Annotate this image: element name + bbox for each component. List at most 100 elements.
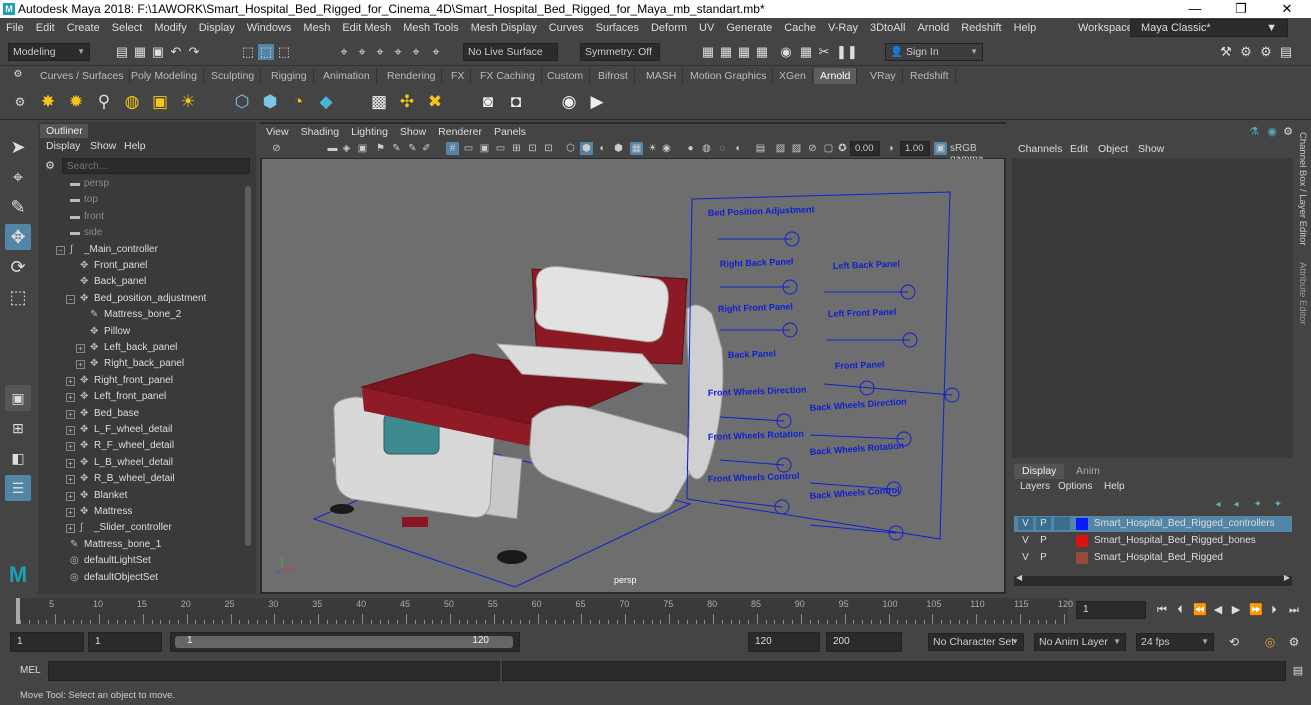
- tx-manager-icon[interactable]: ◙: [477, 91, 499, 113]
- physical-sky-icon[interactable]: ☀: [177, 91, 199, 113]
- snap-view-icon[interactable]: ⌖: [390, 44, 406, 60]
- screen-space-ao-icon[interactable]: ●: [684, 142, 697, 155]
- shelf-tab-poly-modeling[interactable]: Poly Modeling: [125, 68, 204, 84]
- grid-icon[interactable]: #: [446, 142, 459, 155]
- photometric-light-icon[interactable]: ⚲: [93, 91, 115, 113]
- scrollbar-thumb[interactable]: [245, 186, 251, 546]
- outliner-layout-icon[interactable]: ☰: [5, 475, 31, 501]
- side-tab-attribute-editor[interactable]: Attribute Editor: [1297, 262, 1308, 325]
- viewport-menu-view[interactable]: View: [260, 126, 295, 138]
- menu-help[interactable]: Help: [1008, 22, 1043, 34]
- shelf-settings-icon[interactable]: ⚙: [10, 67, 26, 83]
- four-view-layout-icon[interactable]: ⊞: [5, 415, 31, 441]
- motion-blur-icon[interactable]: ◍: [700, 142, 713, 155]
- reference-toggle[interactable]: [1054, 534, 1070, 547]
- layer-color-swatch[interactable]: [1076, 518, 1088, 530]
- 3d-viewport-canvas[interactable]: Bed Position Adjustment Right Back Panel L…: [262, 159, 1004, 592]
- scroll-left-icon[interactable]: ◀: [1016, 573, 1022, 582]
- live-surface-field[interactable]: No Live Surface: [463, 43, 558, 61]
- use-all-lights-icon[interactable]: ☀: [646, 142, 659, 155]
- menu-arnold[interactable]: Arnold: [911, 22, 955, 34]
- image-plane-icon[interactable]: ▣: [356, 142, 369, 155]
- outliner-item[interactable]: + ✥ Left_front_panel: [38, 389, 244, 405]
- mel-command-input[interactable]: [48, 661, 500, 681]
- outliner-item[interactable]: ✎ Mattress_bone_1: [38, 537, 244, 553]
- render-view-icon[interactable]: ▦: [798, 44, 814, 60]
- channels-edit-menu[interactable]: Edit: [1070, 143, 1088, 155]
- playback-end-field[interactable]: 120: [748, 632, 820, 652]
- smooth-shade-icon[interactable]: ⬢: [580, 142, 593, 155]
- end-time-field[interactable]: 200: [826, 632, 902, 652]
- step-back-key-icon[interactable]: ⏪: [1192, 602, 1208, 618]
- wireframe-icon[interactable]: ⬡: [564, 142, 577, 155]
- outliner-item[interactable]: ▬ top: [38, 192, 244, 208]
- range-slider-handle[interactable]: 1 120: [175, 635, 513, 648]
- viewport-menu-renderer[interactable]: Renderer: [432, 126, 488, 138]
- outliner-item[interactable]: ▬ side: [38, 225, 244, 241]
- light-portal-icon[interactable]: ▣: [149, 91, 171, 113]
- attribute-editor-icon[interactable]: ⚙: [1238, 44, 1254, 60]
- render-view-shelf-icon[interactable]: ▩: [368, 91, 390, 113]
- eye-icon[interactable]: ◉: [558, 91, 580, 113]
- exposure-icon[interactable]: ✪: [836, 142, 849, 155]
- menu-modify[interactable]: Modify: [148, 22, 192, 34]
- start-time-field[interactable]: 1: [10, 632, 84, 652]
- move-layer-up-icon[interactable]: ◂: [1210, 497, 1226, 513]
- outliner-item[interactable]: ◎ defaultLightSet: [38, 553, 244, 569]
- script-editor-icon[interactable]: ▤: [1290, 663, 1306, 679]
- menu-curves[interactable]: Curves: [543, 22, 590, 34]
- persp-outliner-layout-icon[interactable]: ◧: [5, 445, 31, 471]
- menu-generate[interactable]: Generate: [720, 22, 778, 34]
- viewport-menu-shading[interactable]: Shading: [295, 126, 346, 138]
- scroll-right-icon[interactable]: ▶: [1284, 573, 1290, 582]
- single-perspective-layout-icon[interactable]: ▣: [5, 385, 31, 411]
- auto-key-icon[interactable]: ◎: [1262, 634, 1278, 650]
- channels-object-menu[interactable]: Object: [1098, 143, 1128, 155]
- outliner-search-input[interactable]: [62, 158, 250, 174]
- shelf-tab-animation[interactable]: Animation: [317, 68, 377, 84]
- expand-icon[interactable]: +: [66, 475, 75, 485]
- outliner-item[interactable]: + ✥ R_F_wheel_detail: [38, 438, 244, 454]
- redo-icon[interactable]: ↷: [186, 44, 202, 60]
- license-icon[interactable]: ◘: [505, 91, 527, 113]
- outliner-item[interactable]: + ∫ _Slider_controller: [38, 520, 244, 536]
- layer-row[interactable]: V P Smart_Hospital_Bed_Rigged: [1014, 550, 1292, 566]
- visibility-toggle[interactable]: V: [1018, 551, 1033, 564]
- rotate-tool-icon[interactable]: ⟳: [5, 254, 31, 280]
- outliner-menu-help[interactable]: Help: [124, 140, 146, 152]
- menu-uv[interactable]: UV: [693, 22, 720, 34]
- step-forward-key-icon[interactable]: ⏩: [1248, 602, 1264, 618]
- attribute-toggle-icon[interactable]: ◉: [1264, 124, 1280, 140]
- snap-surface-icon[interactable]: ⌖: [408, 44, 424, 60]
- layer-row[interactable]: V P Smart_Hospital_Bed_Rigged_bones: [1014, 533, 1292, 549]
- menu-display[interactable]: Display: [193, 22, 241, 34]
- minimize-button[interactable]: —: [1172, 1, 1218, 16]
- channels-show-menu[interactable]: Show: [1138, 143, 1164, 155]
- playback-toggle[interactable]: P: [1036, 517, 1051, 530]
- layer-scrollbar[interactable]: ◀ ▶: [1014, 573, 1292, 586]
- isolate-select-icon[interactable]: ▤: [754, 142, 767, 155]
- layer-tab-display[interactable]: Display: [1014, 464, 1065, 479]
- modeling-toolkit-icon[interactable]: ⚒: [1218, 44, 1234, 60]
- range-slider-bar[interactable]: 1 120: [170, 632, 520, 652]
- timeline-track[interactable]: 5 10 15 20 25 30 35 40 45 50 55 60 65 70 75 80 85 90 95 100…: [16, 598, 1073, 624]
- safe-action-icon[interactable]: ⊡: [526, 142, 539, 155]
- outliner-item[interactable]: + ✥ Mattress: [38, 504, 244, 520]
- loop-icon[interactable]: ⟲: [1226, 634, 1242, 650]
- shelf-tab-fx-caching[interactable]: FX Caching: [474, 68, 542, 84]
- options-menu[interactable]: Options: [1058, 481, 1092, 492]
- outliner-item[interactable]: ◎ defaultObjectSet: [38, 570, 244, 586]
- menu-select[interactable]: Select: [106, 22, 149, 34]
- reference-toggle[interactable]: [1054, 517, 1070, 530]
- ipr-render-icon[interactable]: ▦: [736, 44, 752, 60]
- bookmark-icon[interactable]: ⚑: [374, 142, 387, 155]
- bookmarks-icon[interactable]: ◈: [340, 142, 353, 155]
- export-standin-icon[interactable]: ⬢: [259, 91, 281, 113]
- outliner-item[interactable]: + ✥ R_B_wheel_detail: [38, 471, 244, 487]
- help-menu[interactable]: Help: [1104, 481, 1125, 492]
- lasso-tool-icon[interactable]: ⌖: [5, 164, 31, 190]
- render-region-icon[interactable]: ▦: [718, 44, 734, 60]
- expand-icon[interactable]: +: [66, 393, 75, 403]
- pause-icon[interactable]: ❚❚: [836, 44, 858, 60]
- field-chart-icon[interactable]: ⊞: [510, 142, 523, 155]
